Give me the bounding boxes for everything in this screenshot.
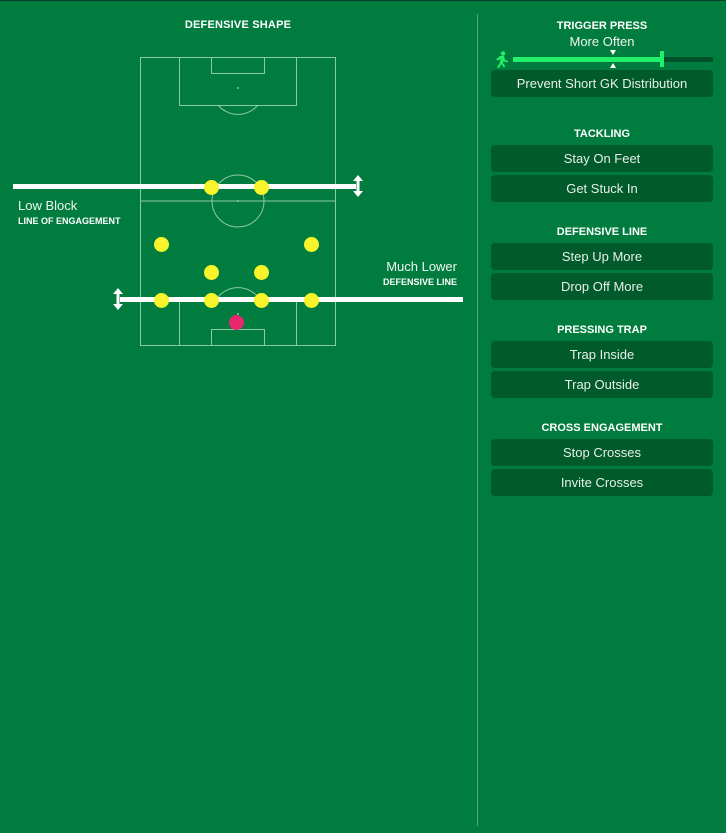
bottom-goal-area xyxy=(211,329,265,346)
defensive-line-section: DEFENSIVE LINE Step Up More Drop Off Mor… xyxy=(491,225,713,300)
trap-outside-button[interactable]: Trap Outside xyxy=(491,371,713,398)
line-of-engagement-label: LINE OF ENGAGEMENT xyxy=(18,216,121,226)
bottom-penalty-arc xyxy=(217,287,259,298)
pressing-trap-title: PRESSING TRAP xyxy=(557,324,647,336)
goalkeeper-marker xyxy=(229,315,244,330)
player-marker xyxy=(204,265,219,280)
defensive-line-bar xyxy=(120,297,463,302)
trap-inside-button[interactable]: Trap Inside xyxy=(491,341,713,368)
stop-crosses-button[interactable]: Stop Crosses xyxy=(491,439,713,466)
cross-engagement-title: CROSS ENGAGEMENT xyxy=(541,422,663,434)
cross-engagement-section: CROSS ENGAGEMENT Stop Crosses Invite Cro… xyxy=(491,421,713,496)
pressing-trap-section: PRESSING TRAP Trap Inside Trap Outside xyxy=(491,323,713,398)
trigger-press-slider[interactable] xyxy=(491,50,713,70)
trigger-press-value: More Often xyxy=(569,34,635,49)
step-up-more-button[interactable]: Step Up More xyxy=(491,243,713,270)
top-goal-area xyxy=(211,57,265,74)
tackling-section: TACKLING Stay On Feet Get Stuck In xyxy=(491,127,713,202)
prevent-short-gk-distribution-button[interactable]: Prevent Short GK Distribution xyxy=(491,70,713,97)
player-marker xyxy=(204,180,219,195)
player-marker xyxy=(304,293,319,308)
player-marker xyxy=(254,293,269,308)
line-of-engagement-value: Low Block xyxy=(18,198,78,213)
top-penalty-area xyxy=(179,57,297,106)
player-marker xyxy=(254,265,269,280)
invite-crosses-button[interactable]: Invite Crosses xyxy=(491,469,713,496)
defensive-line-label: DEFENSIVE LINE xyxy=(382,277,457,287)
trigger-press-section: TRIGGER PRESS More Often Prevent Short G… xyxy=(491,19,713,97)
defensive-line-title: DEFENSIVE LINE xyxy=(556,226,648,238)
top-penalty-spot xyxy=(237,87,239,89)
line-of-engagement-drag-handle[interactable] xyxy=(353,175,363,197)
player-marker xyxy=(154,293,169,308)
get-stuck-in-button[interactable]: Get Stuck In xyxy=(491,175,713,202)
drop-off-more-button[interactable]: Drop Off More xyxy=(491,273,713,300)
center-spot xyxy=(237,200,239,202)
player-marker xyxy=(304,237,319,252)
line-of-engagement-bar xyxy=(13,184,356,189)
panel-divider xyxy=(477,14,478,826)
running-player-icon xyxy=(496,51,508,68)
default-marker-icon xyxy=(610,50,616,68)
slider-handle[interactable] xyxy=(660,51,664,67)
top-penalty-arc xyxy=(217,104,259,115)
player-marker xyxy=(204,293,219,308)
defensive-shape-title: DEFENSIVE SHAPE xyxy=(184,19,292,31)
player-marker xyxy=(154,237,169,252)
slider-fill xyxy=(513,57,663,62)
tackling-title: TACKLING xyxy=(573,128,630,140)
player-marker xyxy=(254,180,269,195)
defensive-line-value: Much Lower xyxy=(386,259,457,274)
defensive-line-drag-handle[interactable] xyxy=(113,288,123,310)
trigger-press-title: TRIGGER PRESS xyxy=(556,20,648,32)
stay-on-feet-button[interactable]: Stay On Feet xyxy=(491,145,713,172)
